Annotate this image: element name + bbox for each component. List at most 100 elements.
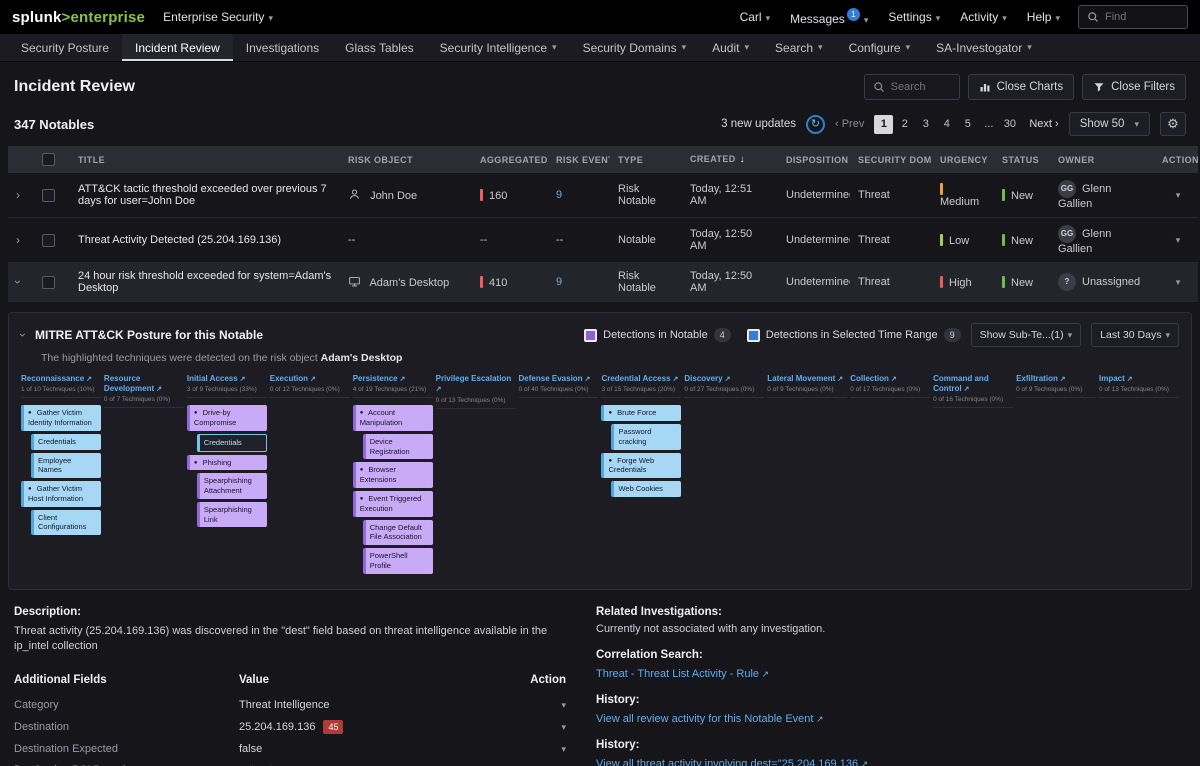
prev-page-button[interactable]: Prev — [835, 118, 864, 130]
col-disposition[interactable]: DISPOSITION — [778, 146, 850, 173]
notable-row[interactable]: 24 hour risk threshold exceeded for syst… — [8, 263, 1198, 302]
subtechniques-dropdown[interactable]: Show Sub-Te...(1) — [971, 323, 1082, 347]
tactic-link[interactable]: Command and Control — [933, 374, 1013, 394]
field-action-caret-icon[interactable] — [557, 743, 566, 755]
correlation-search-link[interactable]: Threat - Threat List Activity - Rule — [596, 668, 769, 680]
col-owner[interactable]: OWNER — [1050, 146, 1154, 173]
nav-item[interactable]: Security Posture — [8, 34, 122, 61]
topbar-menu-item[interactable]: Messages1 — [790, 8, 868, 26]
nav-item[interactable]: Investigations — [233, 34, 332, 61]
risk-events-link[interactable]: 9 — [556, 276, 562, 288]
nav-item[interactable]: Search — [762, 34, 836, 61]
technique-box[interactable]: Device Registration — [363, 434, 433, 460]
collapse-chevron-icon[interactable] — [16, 333, 30, 337]
threat-activity-link[interactable]: View all threat activity involving dest=… — [596, 758, 868, 766]
find-input[interactable] — [1105, 11, 1175, 23]
field-action-caret-icon[interactable] — [557, 721, 566, 733]
col-risk-object[interactable]: RISK OBJECT — [340, 146, 472, 173]
select-all-checkbox[interactable] — [42, 153, 55, 166]
tactic-link[interactable]: Resource Development — [104, 374, 184, 394]
technique-box[interactable]: Spearphishing Attachment — [197, 473, 267, 499]
technique-box[interactable]: Credentials — [31, 434, 101, 450]
tactic-link[interactable]: Reconnaissance — [21, 374, 101, 384]
col-urgency[interactable]: URGENCY — [932, 146, 994, 173]
page-number-button[interactable]: 2 — [895, 115, 914, 134]
risk-events-link[interactable]: -- — [556, 234, 563, 246]
technique-box[interactable]: Web Cookies — [611, 481, 681, 497]
technique-box[interactable]: Credentials — [197, 434, 267, 452]
nav-item[interactable]: Configure — [836, 34, 924, 61]
expand-chevron-icon[interactable] — [16, 188, 20, 202]
topbar-menu-item[interactable]: Settings — [888, 10, 940, 24]
review-activity-link[interactable]: View all review activity for this Notabl… — [596, 713, 824, 725]
tactic-link[interactable]: Exfiltration — [1016, 374, 1096, 384]
technique-box[interactable]: Password cracking — [611, 424, 681, 450]
page-number-button[interactable]: ... — [979, 115, 998, 134]
technique-box[interactable]: Employee Names — [31, 453, 101, 479]
technique-box[interactable]: Brute Force — [601, 405, 681, 421]
nav-item[interactable]: Audit — [699, 34, 762, 61]
col-risk-events[interactable]: RISK EVENTS — [548, 146, 610, 173]
notable-row[interactable]: ATT&CK tactic threshold exceeded over pr… — [8, 173, 1198, 218]
expand-chevron-icon[interactable] — [11, 280, 25, 284]
col-title[interactable]: TITLE — [70, 146, 340, 173]
nav-item[interactable]: SA-Investogator — [923, 34, 1045, 61]
col-aggregated-risk[interactable]: AGGREGATED RISK — [472, 146, 548, 173]
tactic-link[interactable]: Persistence — [353, 374, 433, 384]
topbar-menu-item[interactable]: Help — [1027, 10, 1060, 24]
row-checkbox[interactable] — [42, 234, 55, 247]
tactic-link[interactable]: Lateral Movement — [767, 374, 847, 384]
tactic-link[interactable]: Initial Access — [187, 374, 267, 384]
refresh-updates-button[interactable]: ↻ — [806, 115, 825, 134]
technique-box[interactable]: PowerShell Profile — [363, 548, 433, 574]
close-charts-button[interactable]: Close Charts — [968, 74, 1074, 100]
table-settings-button[interactable]: ⚙ — [1160, 112, 1186, 136]
col-security-domain[interactable]: SECURITY DOMAIN — [850, 146, 932, 173]
close-filters-button[interactable]: Close Filters — [1082, 74, 1186, 100]
incident-search-input[interactable] — [891, 81, 951, 93]
technique-box[interactable]: Spearphishing Link — [197, 502, 267, 528]
page-number-button[interactable]: 5 — [958, 115, 977, 134]
nav-item[interactable]: Security Domains — [570, 34, 700, 61]
app-context-menu[interactable]: Enterprise Security — [163, 10, 273, 24]
technique-box[interactable]: Forge Web Credentials — [601, 453, 681, 479]
expand-chevron-icon[interactable] — [16, 233, 20, 247]
technique-box[interactable]: Phishing — [187, 455, 267, 471]
tactic-link[interactable]: Privilege Escalation — [436, 374, 516, 395]
page-number-button[interactable]: 1 — [874, 115, 893, 134]
technique-box[interactable]: Drive-by Compromise — [187, 405, 267, 431]
notable-row[interactable]: Threat Activity Detected (25.204.169.136… — [8, 218, 1198, 263]
row-action-caret-icon[interactable] — [1172, 234, 1181, 246]
page-number-button[interactable]: 4 — [937, 115, 956, 134]
topbar-menu-item[interactable]: Activity — [960, 10, 1007, 24]
tactic-link[interactable]: Impact — [1099, 374, 1179, 384]
tactic-link[interactable]: Defense Evasion — [519, 374, 599, 384]
row-checkbox[interactable] — [42, 189, 55, 202]
nav-item[interactable]: Glass Tables — [332, 34, 426, 61]
page-number-button[interactable]: 3 — [916, 115, 935, 134]
row-checkbox[interactable] — [42, 276, 55, 289]
show-per-page-dropdown[interactable]: Show 50 — [1069, 112, 1150, 136]
technique-box[interactable]: Change Default File Association — [363, 520, 433, 546]
time-range-dropdown[interactable]: Last 30 Days — [1091, 323, 1179, 347]
col-status[interactable]: STATUS — [994, 146, 1050, 173]
technique-box[interactable]: Account Manipulation — [353, 405, 433, 431]
risk-events-link[interactable]: 9 — [556, 189, 562, 201]
nav-item[interactable]: Security Intelligence — [427, 34, 570, 61]
incident-searchbox[interactable] — [864, 74, 960, 100]
technique-box[interactable]: Browser Extensions — [353, 462, 433, 488]
technique-box[interactable]: Gather Victim Identity Information — [21, 405, 101, 431]
row-action-caret-icon[interactable] — [1172, 189, 1181, 201]
technique-box[interactable]: Event Triggered Execution — [353, 491, 433, 517]
nav-item[interactable]: Incident Review — [122, 34, 233, 61]
tactic-link[interactable]: Collection — [850, 374, 930, 384]
row-action-caret-icon[interactable] — [1172, 276, 1181, 288]
col-created[interactable]: CREATED — [682, 146, 778, 173]
field-action-caret-icon[interactable] — [557, 699, 566, 711]
tactic-link[interactable]: Execution — [270, 374, 350, 384]
next-page-button[interactable]: Next — [1029, 118, 1058, 130]
page-number-button[interactable]: 30 — [1000, 115, 1019, 134]
technique-box[interactable]: Gather Victim Host Information — [21, 481, 101, 507]
technique-box[interactable]: Client Configurations — [31, 510, 101, 536]
tactic-link[interactable]: Discovery — [684, 374, 764, 384]
